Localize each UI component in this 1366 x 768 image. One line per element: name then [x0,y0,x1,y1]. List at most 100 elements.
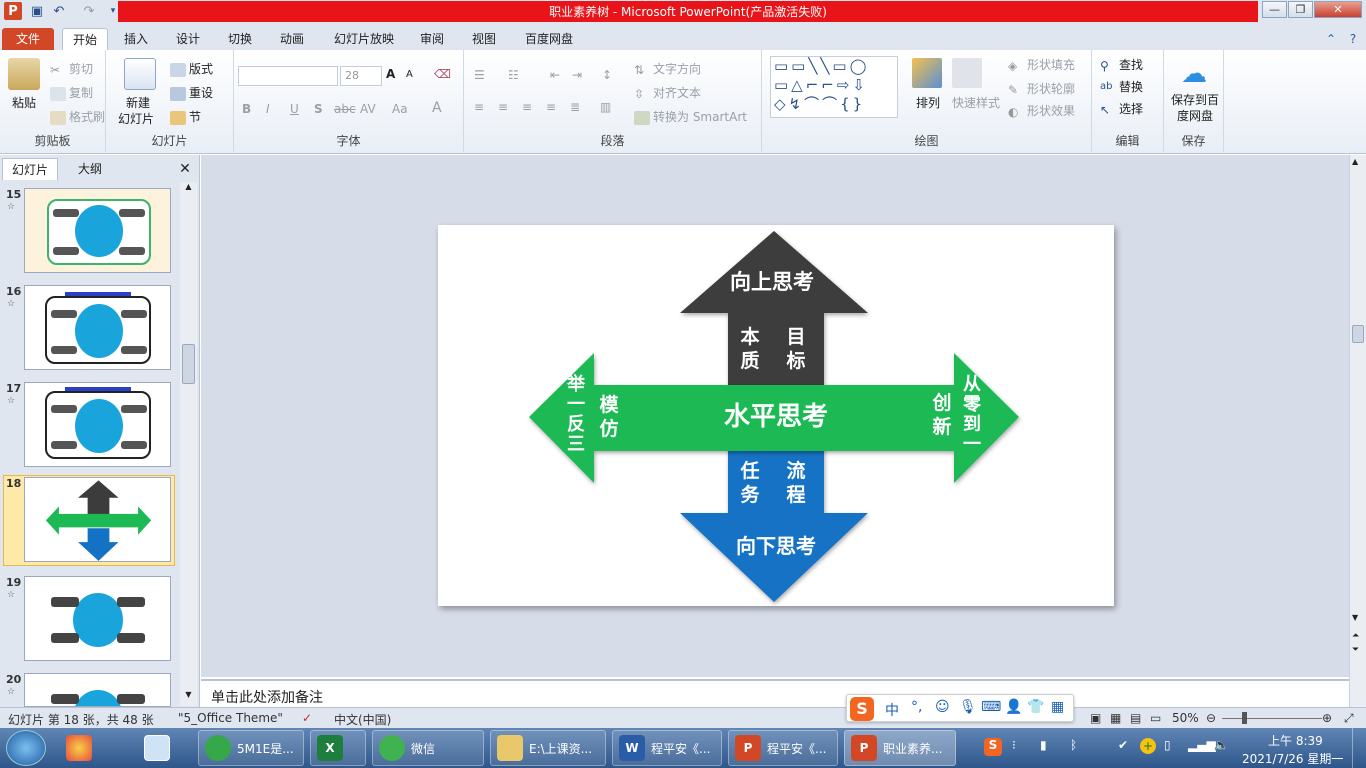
language-indicator[interactable]: 中文(中国) [334,711,391,728]
tray-arrow-icon[interactable]: ⁝ [1012,738,1016,752]
tab-slides[interactable]: 幻灯片 [2,158,58,180]
toolbox-icon[interactable]: ▦ [1051,699,1064,715]
new-slide-label2[interactable]: 幻灯片 [118,110,154,127]
find-button[interactable]: ⚲ 查找 [1100,56,1143,73]
clock-time[interactable]: 上午 8:39 [1268,732,1323,749]
new-slide-icon[interactable] [124,58,156,90]
slide-thumbnail[interactable] [24,382,171,467]
line-spacing-icon[interactable]: ↕ [602,68,612,82]
slide-thumbnail[interactable] [24,285,171,370]
scroll-thumb[interactable] [1352,325,1364,343]
zoom-level[interactable]: 50% [1172,711,1199,725]
scroll-thumb[interactable] [182,344,195,384]
cut-button[interactable]: ✂ 剪切 [50,60,93,77]
help-icon[interactable]: ? [1344,28,1362,50]
align-center-icon[interactable]: ≡ [498,100,508,114]
minimize-button[interactable]: — [1262,1,1287,18]
shrink-font-button[interactable]: A [406,69,413,80]
italic-button[interactable]: I [266,102,270,116]
columns-icon[interactable]: ▥ [600,100,611,114]
volume-icon[interactable]: 🔈 [1214,738,1229,752]
taskbar-item[interactable]: X [310,730,366,766]
slide-thumbnail[interactable] [24,188,171,273]
clear-format-icon[interactable]: ⌫ [434,67,451,81]
taskbar-item[interactable]: W 程平安《... [612,730,722,766]
bullets-icon[interactable]: ☰ [474,68,485,82]
numbering-icon[interactable]: ☷ [508,68,519,82]
close-button[interactable]: ✕ [1314,1,1362,18]
grow-font-button[interactable]: A [386,67,395,81]
change-case-button[interactable]: Aa [392,102,408,116]
taskbar-item[interactable]: P 程平安《... [728,730,838,766]
ime-mode-indicator[interactable]: 中 [885,700,899,720]
decrease-indent-icon[interactable]: ⇤ [550,68,560,82]
shape-effects-button[interactable]: ◐ 形状效果 [1008,102,1075,119]
minimize-ribbon-icon[interactable]: ⌃ [1322,28,1340,50]
smartart-button[interactable]: 转换为 SmartArt [634,108,747,125]
replace-button[interactable]: ab 替换 [1100,78,1143,95]
scroll-down-arrow-icon[interactable]: ▼ [182,690,195,704]
security-tray-icon[interactable]: ✔ [1118,738,1128,752]
shapes-gallery[interactable]: ▭▭╲╲▭◯ ▭△⌐⌐⇨⇩ ◇↯⌒⌒{} [770,56,898,118]
shadow-button[interactable]: S [314,102,323,116]
previous-slide-icon[interactable]: ⏶ [1352,631,1359,641]
paste-icon[interactable] [8,58,40,90]
redo-icon[interactable]: ↷ [80,2,98,20]
distributed-icon[interactable]: ≣ [570,100,580,114]
emoji-icon[interactable]: ☺ [935,699,950,715]
tab-view[interactable]: 视图 [464,28,504,50]
tab-outline[interactable]: 大纲 [62,158,118,180]
save-baidu-button[interactable]: 保存到百度网盘 [1168,92,1222,124]
scroll-up-arrow-icon[interactable]: ▲ [182,182,195,196]
tab-design[interactable]: 设计 [168,28,208,50]
paste-button[interactable]: 粘贴 [12,94,36,111]
update-tray-icon[interactable]: + [1140,738,1156,754]
copy-button[interactable]: 复制 [50,84,93,101]
slide-thumbnail[interactable] [24,576,171,661]
quick-styles-button[interactable] [952,58,985,88]
slide-scrollbar[interactable]: ▲ ▼ ⏶ ⏷ [1349,155,1366,707]
tab-animations[interactable]: 动画 [272,28,312,50]
undo-icon[interactable]: ↶ [50,2,68,20]
powerpoint-logo-icon[interactable]: P [4,2,22,20]
zoom-slider[interactable] [1222,718,1322,719]
zoom-in-icon[interactable]: ⊕ [1322,711,1332,725]
text-direction-button[interactable]: ⇅ 文字方向 [634,60,701,77]
strikethrough-button[interactable]: abc [334,102,356,116]
shape-outline-button[interactable]: ✎ 形状轮廓 [1008,80,1075,97]
zoom-out-icon[interactable]: ⊖ [1206,711,1216,725]
taskbar-item[interactable]: 微信 [372,730,484,766]
start-button[interactable] [6,730,46,766]
justify-icon[interactable]: ≡ [546,100,556,114]
punctuation-icon[interactable]: °, [911,699,922,715]
skin-icon[interactable]: 👕 [1027,699,1044,715]
layout-button[interactable]: 版式 [170,60,213,77]
font-name-combo[interactable] [238,66,338,86]
reset-button[interactable]: 重设 [170,84,213,101]
font-size-combo[interactable]: 28 [340,66,382,86]
tab-review[interactable]: 审阅 [412,28,452,50]
reading-view-icon[interactable]: ▤ [1130,711,1141,725]
tab-insert[interactable]: 插入 [116,28,156,50]
baidu-cloud-icon[interactable]: ☁ [1178,58,1210,90]
tab-home[interactable]: 开始 [62,28,108,50]
shape-fill-button[interactable]: ◈ 形状填充 [1008,56,1075,73]
quick-styles-label[interactable]: 快速样式 [952,94,1000,111]
sogou-tray-icon[interactable]: S [984,738,1002,756]
underline-button[interactable]: U [290,102,299,116]
keyboard-icon[interactable]: ⌨ [981,699,1001,715]
spelling-check-icon[interactable]: ✓ [302,711,312,725]
scroll-up-arrow-icon[interactable]: ▲ [1352,157,1358,166]
bluetooth-icon[interactable]: ᛒ [1070,738,1077,752]
user-icon[interactable]: 👤 [1005,699,1022,715]
next-slide-icon[interactable]: ⏷ [1352,645,1359,655]
align-text-button[interactable]: ⇳ 对齐文本 [634,84,701,101]
tab-slideshow[interactable]: 幻灯片放映 [326,28,402,50]
taskbar-item[interactable]: 5M1E是... [198,730,304,766]
fit-slide-icon[interactable]: ⤢ [1344,711,1354,726]
slide-thumbnail[interactable] [24,673,171,707]
taskbar-pinned-app[interactable] [60,730,108,766]
slideshow-view-icon[interactable]: ▭ [1150,711,1161,725]
theme-name[interactable]: "5_Office Theme" [178,711,283,725]
show-desktop-button[interactable] [1352,728,1366,768]
